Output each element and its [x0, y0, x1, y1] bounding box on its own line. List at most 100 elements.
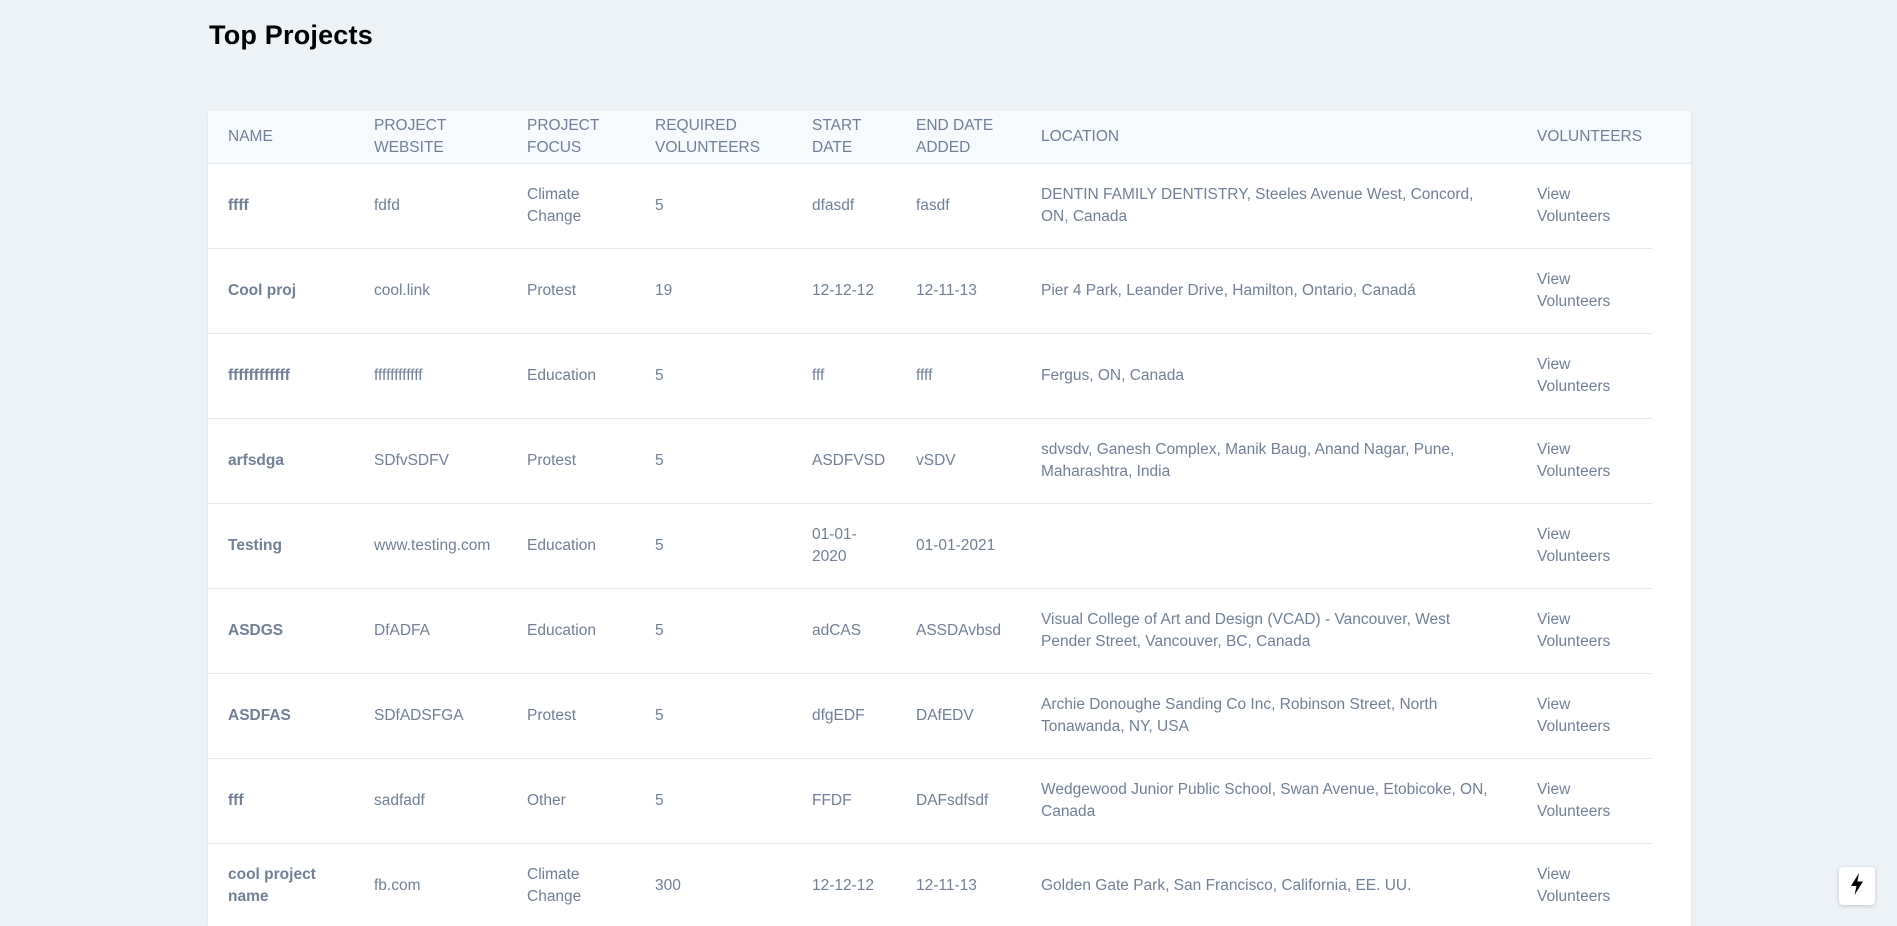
cell-start-date: adCAS: [792, 588, 896, 674]
cell-end-date: 12-11-13: [896, 843, 1021, 926]
column-header-location: LOCATION: [1021, 111, 1517, 164]
table-row: ASDGS DfADFA Education 5 adCAS ASSDAvbsd Visua…: [208, 588, 1652, 674]
cell-website: fdfd: [354, 163, 507, 249]
cell-name: ASDFAS: [208, 673, 354, 759]
cell-location: Fergus, ON, Canada: [1021, 333, 1517, 419]
page-title: Top Projects: [209, 20, 373, 50]
table-row: ffffffffffff ffffffffffff Education 5 fff fff…: [208, 333, 1652, 419]
lightning-bolt-icon: [1849, 872, 1865, 901]
column-header-website: PROJECT WEBSITE: [354, 111, 507, 164]
view-volunteers-link[interactable]: View Volunteers: [1537, 184, 1617, 228]
cell-website: sadfadf: [354, 758, 507, 844]
cell-volunteers: View Volunteers: [1517, 503, 1652, 589]
column-header-end: END DATE ADDED: [896, 111, 1021, 164]
cell-volunteers: View Volunteers: [1517, 673, 1652, 759]
cell-end-date: ASSDAvbsd: [896, 588, 1021, 674]
cell-location: Archie Donoughe Sanding Co Inc, Robinson…: [1021, 673, 1517, 759]
cell-required-volunteers: 5: [635, 758, 792, 844]
cell-volunteers: View Volunteers: [1517, 758, 1652, 844]
cell-end-date: 12-11-13: [896, 248, 1021, 334]
cell-required-volunteers: 5: [635, 503, 792, 589]
cell-required-volunteers: 5: [635, 673, 792, 759]
cell-start-date: fff: [792, 333, 896, 419]
cell-name: ASDGS: [208, 588, 354, 674]
cell-start-date: dfgEDF: [792, 673, 896, 759]
cell-focus: Education: [507, 588, 635, 674]
cell-name: fff: [208, 758, 354, 844]
table-row: arfsdga SDfvSDFV Protest 5 ASDFVSD vSDV sdvsdv…: [208, 418, 1652, 504]
cell-end-date: ffff: [896, 333, 1021, 419]
cell-location: Wedgewood Junior Public School, Swan Ave…: [1021, 758, 1517, 844]
cell-start-date: 12-12-12: [792, 248, 896, 334]
cell-name: ffff: [208, 163, 354, 249]
view-volunteers-link[interactable]: View Volunteers: [1537, 269, 1617, 313]
cell-website: DfADFA: [354, 588, 507, 674]
cell-website: SDfADSFGA: [354, 673, 507, 759]
cell-location: [1021, 503, 1517, 589]
view-volunteers-link[interactable]: View Volunteers: [1537, 524, 1617, 568]
column-header-start: START DATE: [792, 111, 896, 164]
projects-table-card: NAME PROJECT WEBSITE PROJECT FOCUS REQUI…: [208, 111, 1691, 926]
view-volunteers-link[interactable]: View Volunteers: [1537, 439, 1617, 483]
cell-start-date: FFDF: [792, 758, 896, 844]
cell-name: cool project name: [208, 843, 354, 926]
cell-required-volunteers: 5: [635, 418, 792, 504]
cell-website: SDfvSDFV: [354, 418, 507, 504]
projects-table: NAME PROJECT WEBSITE PROJECT FOCUS REQUI…: [208, 111, 1652, 926]
cell-required-volunteers: 19: [635, 248, 792, 334]
cell-name: Cool proj: [208, 248, 354, 334]
view-volunteers-link[interactable]: View Volunteers: [1537, 694, 1617, 738]
cell-location: sdvsdv, Ganesh Complex, Manik Baug, Anan…: [1021, 418, 1517, 504]
cell-location: Visual College of Art and Design (VCAD) …: [1021, 588, 1517, 674]
cell-end-date: DAfEDV: [896, 673, 1021, 759]
cell-start-date: ASDFVSD: [792, 418, 896, 504]
cell-end-date: DAFsdfsdf: [896, 758, 1021, 844]
lightning-action-button[interactable]: [1839, 867, 1875, 905]
cell-end-date: fasdf: [896, 163, 1021, 249]
column-header-required: REQUIRED VOLUNTEERS: [635, 111, 792, 164]
cell-location: Golden Gate Park, San Francisco, Califor…: [1021, 843, 1517, 926]
cell-start-date: 01-01-2020: [792, 503, 896, 589]
cell-focus: Climate Change: [507, 843, 635, 926]
view-volunteers-link[interactable]: View Volunteers: [1537, 779, 1617, 823]
cell-website: fb.com: [354, 843, 507, 926]
view-volunteers-link[interactable]: View Volunteers: [1537, 354, 1617, 398]
cell-required-volunteers: 5: [635, 163, 792, 249]
column-header-focus: PROJECT FOCUS: [507, 111, 635, 164]
cell-volunteers: View Volunteers: [1517, 333, 1652, 419]
table-row: cool project name fb.com Climate Change 300…: [208, 843, 1652, 926]
cell-website: cool.link: [354, 248, 507, 334]
cell-start-date: 12-12-12: [792, 843, 896, 926]
view-volunteers-link[interactable]: View Volunteers: [1537, 864, 1617, 908]
table-row: fff sadfadf Other 5 FFDF DAFsdfsdf Wedgewood J…: [208, 758, 1652, 844]
cell-volunteers: View Volunteers: [1517, 588, 1652, 674]
cell-focus: Protest: [507, 673, 635, 759]
cell-volunteers: View Volunteers: [1517, 248, 1652, 334]
cell-start-date: dfasdf: [792, 163, 896, 249]
cell-required-volunteers: 5: [635, 333, 792, 419]
cell-focus: Climate Change: [507, 163, 635, 249]
table-header-row: NAME PROJECT WEBSITE PROJECT FOCUS REQUI…: [208, 111, 1652, 164]
cell-required-volunteers: 300: [635, 843, 792, 926]
cell-name: Testing: [208, 503, 354, 589]
cell-website: ffffffffffff: [354, 333, 507, 419]
table-body: ffff fdfd Climate Change 5 dfasdf fasdf DENTIN…: [208, 163, 1652, 926]
cell-website: www.testing.com: [354, 503, 507, 589]
table-row: ASDFAS SDfADSFGA Protest 5 dfgEDF DAfEDV Archi…: [208, 673, 1652, 759]
cell-name: ffffffffffff: [208, 333, 354, 419]
table-row: ffff fdfd Climate Change 5 dfasdf fasdf DENTIN…: [208, 163, 1652, 249]
cell-focus: Protest: [507, 418, 635, 504]
cell-location: DENTIN FAMILY DENTISTRY, Steeles Avenue …: [1021, 163, 1517, 249]
cell-focus: Other: [507, 758, 635, 844]
column-header-name: NAME: [208, 111, 354, 164]
table-row: Cool proj cool.link Protest 19 12-12-12 12-11…: [208, 248, 1652, 334]
cell-end-date: 01-01-2021: [896, 503, 1021, 589]
table-row: Testing www.testing.com Education 5 01-01-20…: [208, 503, 1652, 589]
cell-focus: Protest: [507, 248, 635, 334]
cell-volunteers: View Volunteers: [1517, 163, 1652, 249]
view-volunteers-link[interactable]: View Volunteers: [1537, 609, 1617, 653]
cell-volunteers: View Volunteers: [1517, 843, 1652, 926]
cell-required-volunteers: 5: [635, 588, 792, 674]
column-header-volunteers: VOLUNTEERS: [1517, 111, 1652, 164]
cell-focus: Education: [507, 333, 635, 419]
